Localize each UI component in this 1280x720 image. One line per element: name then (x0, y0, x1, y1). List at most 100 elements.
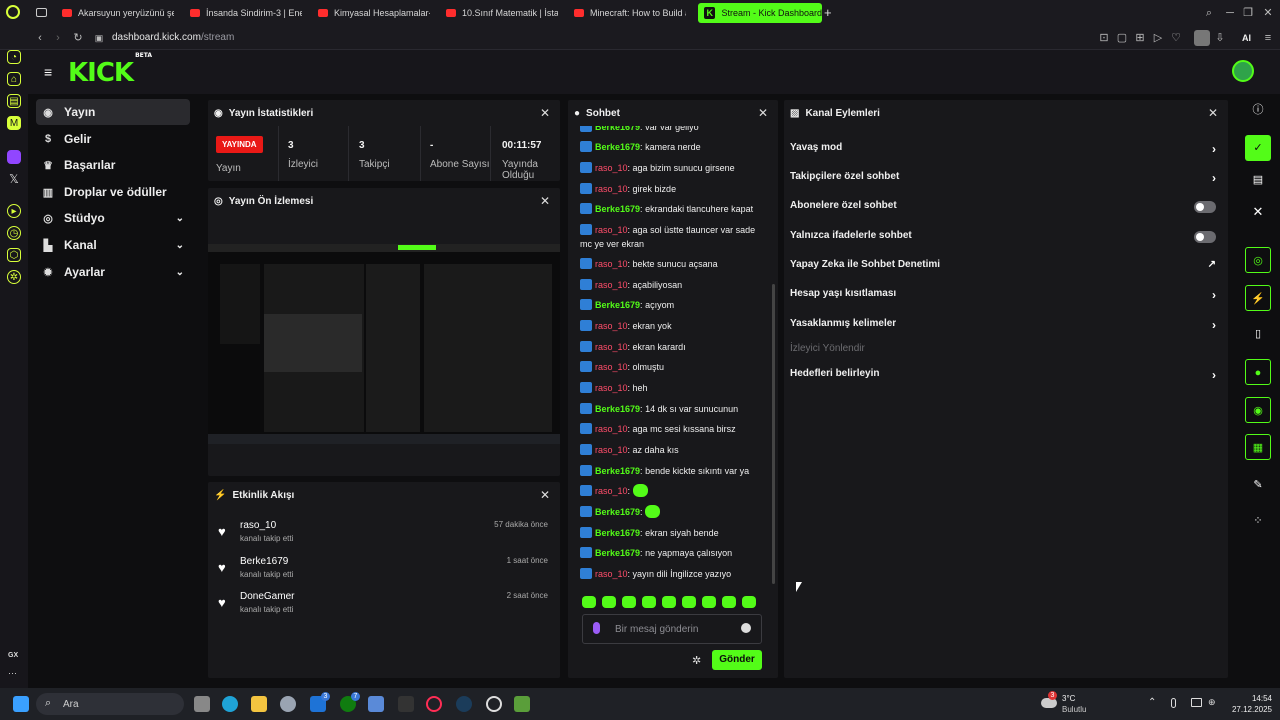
apps-icon[interactable]: ⁘ (1245, 508, 1271, 534)
chat-scrollbar[interactable] (772, 284, 775, 584)
taskbar-search[interactable]: ⌕ Ara (36, 693, 184, 715)
emote-icon[interactable] (602, 596, 616, 608)
reload-icon[interactable]: ↻ (72, 32, 84, 44)
nav-item-gelir[interactable]: $ Gelir (36, 126, 190, 152)
emote-icon[interactable] (722, 596, 736, 608)
microphone-tray-icon[interactable] (1171, 698, 1176, 708)
emote-icon[interactable] (682, 596, 696, 608)
broadcast-panel-icon[interactable]: ◉ (1245, 397, 1271, 423)
settings-app-icon[interactable] (280, 696, 296, 712)
screenshot-icon[interactable]: ⊞ (1134, 32, 1146, 44)
steam-icon[interactable] (456, 696, 472, 712)
nav-item-ayarlar[interactable]: ✹ Ayarlar ⌄ (36, 259, 190, 285)
profile-avatar[interactable] (1194, 30, 1210, 46)
user-avatar[interactable] (1232, 60, 1254, 82)
file-explorer-icon[interactable] (251, 696, 267, 712)
history-icon[interactable]: ◷ (7, 226, 21, 240)
stream-preview-video[interactable] (208, 244, 560, 444)
kick-logo[interactable]: KICKBETA (68, 52, 152, 88)
chat-input[interactable]: Bir mesaj gönderin (582, 614, 762, 644)
minecraft-launcher-icon[interactable] (514, 696, 530, 712)
store-icon[interactable] (368, 696, 384, 712)
camera-panel-icon[interactable]: ◎ (1245, 247, 1271, 273)
action-slow-mode[interactable]: Yavaş mod › (790, 142, 1216, 160)
url-field[interactable]: dashboard.kick.com/stream (112, 32, 234, 43)
browser-tab[interactable]: Akarsuyun yeryüzünü şek (56, 3, 174, 23)
ai-button[interactable]: AI (1242, 33, 1251, 43)
chat-settings-icon[interactable]: ✲ (692, 654, 701, 667)
play-icon[interactable]: ▷ (1152, 32, 1164, 44)
x-twitter-icon[interactable]: 𝕏 (7, 172, 21, 186)
nav-item-droplar[interactable]: ▥ Droplar ve ödüller (36, 179, 190, 205)
action-banned-words[interactable]: Yasaklanmış kelimeler › (790, 318, 1216, 336)
browser-tab[interactable]: Kimyasal Hesaplamalar-1 (312, 3, 430, 23)
extensions-icon[interactable]: ⬡ (7, 248, 21, 262)
player-icon[interactable]: ▸ (7, 204, 21, 218)
emoji-picker-icon[interactable] (741, 623, 751, 633)
forward-icon[interactable]: › (52, 32, 64, 44)
settings-icon[interactable]: ✲ (7, 270, 21, 284)
pin-icon[interactable]: ⊡ (1098, 32, 1110, 44)
new-tab-button[interactable]: + (824, 5, 832, 20)
close-icon[interactable]: ✕ (540, 106, 550, 120)
send-button[interactable]: Gönder (712, 650, 762, 670)
heart-icon[interactable]: ♡ (1170, 32, 1182, 44)
back-icon[interactable]: ‹ (34, 32, 46, 44)
gx-corner-icon[interactable]: ⌂ (7, 72, 21, 86)
maximize-icon[interactable]: ❐ (1242, 7, 1254, 19)
gx-mods-icon[interactable]: M (7, 116, 21, 130)
close-icon[interactable]: ✕ (540, 488, 550, 502)
subscribers-only-toggle[interactable] (1194, 201, 1216, 213)
display-icon[interactable] (1191, 698, 1202, 707)
browser-tab-active[interactable]: K Stream - Kick Dashboard (698, 3, 822, 23)
action-followers-only[interactable]: Takipçilere özel sohbet › (790, 171, 1216, 189)
close-icon[interactable]: ✕ (1208, 106, 1218, 120)
microphone-icon[interactable] (593, 622, 600, 634)
more-icon[interactable]: ··· (8, 668, 17, 678)
bolt-panel-icon[interactable]: ⚡ (1245, 285, 1271, 311)
browser-tab[interactable]: Minecraft: How to Build a (568, 3, 686, 23)
emotes-only-toggle[interactable] (1194, 231, 1216, 243)
browser-tab[interactable]: 10.Sınıf Matematik | İstatis (440, 3, 558, 23)
emote-icon[interactable] (622, 596, 636, 608)
clock-date[interactable]: 27.12.2025 (1226, 705, 1272, 714)
close-icon[interactable]: ✕ (758, 106, 768, 120)
emote-icon[interactable] (662, 596, 676, 608)
close-icon[interactable]: ✕ (1245, 199, 1271, 225)
emote-icon[interactable] (742, 596, 756, 608)
search-icon[interactable]: ⌕ (1203, 7, 1215, 19)
action-set-goals[interactable]: Hedefleri belirleyin › (790, 368, 1216, 386)
document-icon[interactable]: ▯ (1245, 321, 1271, 347)
emote-icon[interactable] (702, 596, 716, 608)
close-window-icon[interactable]: ✕ (1262, 7, 1274, 19)
action-ai-moderation[interactable]: Yapay Zeka ile Sohbet Denetimi ↗ (790, 259, 1216, 277)
emote-icon[interactable] (582, 596, 596, 608)
menu-icon[interactable]: ≡ (1262, 32, 1274, 44)
edge-icon[interactable] (222, 696, 238, 712)
info-icon[interactable]: ⓘ (1245, 97, 1271, 123)
hamburger-menu-icon[interactable]: ≡ (44, 64, 52, 80)
checkmark-icon[interactable]: ✓ (1245, 135, 1271, 161)
gpu-control-icon[interactable] (486, 696, 502, 712)
nav-item-studyo[interactable]: ◎ Stüdyo ⌄ (36, 205, 190, 231)
windows-start-icon[interactable] (13, 696, 29, 712)
opera-gx-taskbar-icon[interactable] (426, 696, 442, 712)
nav-item-yayin[interactable]: ◉ Yayın (36, 99, 190, 125)
gx-control-icon[interactable]: ◔ (7, 50, 21, 64)
gx-news-icon[interactable]: ▤ (7, 94, 21, 108)
close-icon[interactable]: ✕ (540, 194, 550, 208)
chat-panel-icon[interactable]: ● (1245, 359, 1271, 385)
epic-games-icon[interactable] (398, 696, 414, 712)
task-view-icon[interactable] (194, 696, 210, 712)
tray-overflow-icon[interactable]: ⌃ (1148, 697, 1156, 708)
snapshot-icon[interactable]: ▢ (1116, 32, 1128, 44)
twitch-icon[interactable] (7, 150, 21, 164)
clock-time[interactable]: 14:54 (1236, 694, 1272, 703)
download-icon[interactable]: ⇩ (1214, 32, 1226, 44)
emote-icon[interactable] (642, 596, 656, 608)
actions-panel-icon[interactable]: ▦ (1245, 434, 1271, 460)
layout-icon[interactable]: ▤ (1245, 167, 1271, 193)
action-account-age[interactable]: Hesap yaşı kısıtlaması › (790, 288, 1216, 306)
tab-overview-icon[interactable] (36, 8, 47, 17)
opera-gx-logo-icon[interactable] (6, 5, 20, 19)
